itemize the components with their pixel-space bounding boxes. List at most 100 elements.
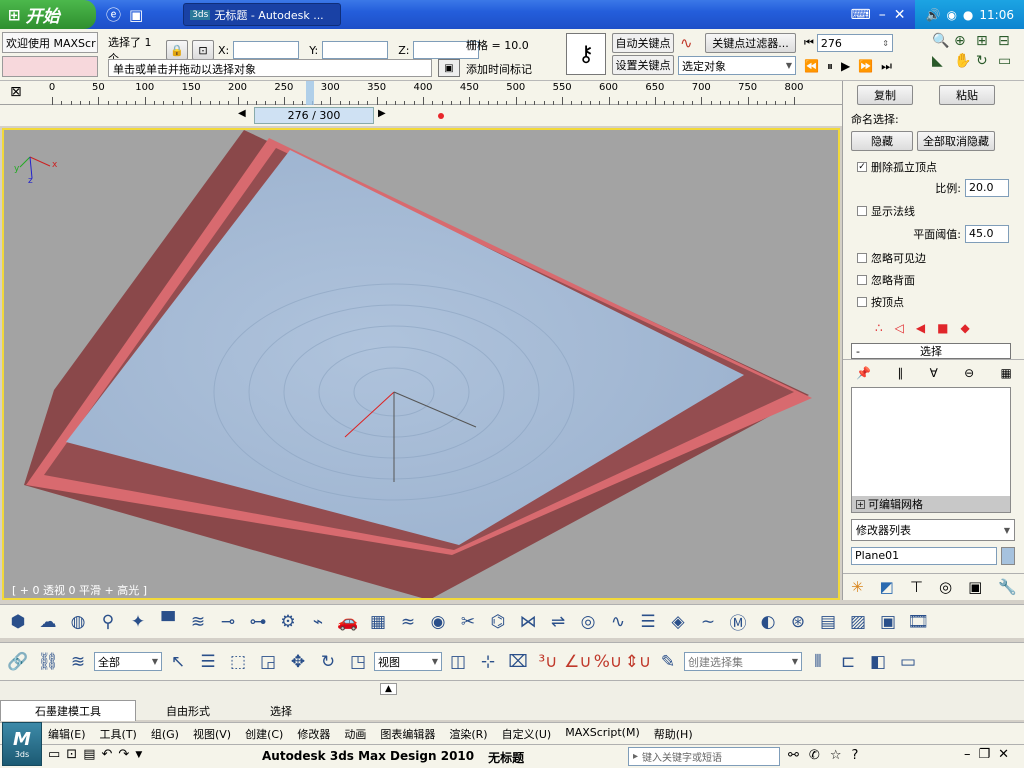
modifier-list-dropdown[interactable]: 修改器列表 ▼ [851,519,1015,541]
rect-select-region-icon[interactable]: ⬚ [224,648,252,676]
checkbox[interactable] [857,275,867,285]
spinner-icon[interactable]: ⇕ [882,39,889,48]
start-button[interactable]: ⊞ 开始 [0,0,96,29]
angle-snap-icon[interactable]: ∠∪ [564,648,592,676]
current-frame-marker[interactable] [306,81,315,105]
tab-freeform[interactable]: 自由形式 [136,701,240,721]
rope-modifier-icon[interactable]: ∼ [694,608,722,636]
favorites-star-icon[interactable]: ☆ [830,748,842,763]
mirror-icon[interactable]: ⫴ [804,648,832,676]
ignore-visible-row[interactable]: 忽略可见边 [847,247,1015,269]
time-slider[interactable]: 276 / 300 [254,107,374,124]
constraint-solver-icon[interactable]: ◉ [424,608,452,636]
percent-snap-icon[interactable]: %∪ [594,648,623,676]
add-time-tag-button[interactable]: ▣ [438,59,460,77]
selected-objects-dropdown[interactable]: 选定对象 ▼ [678,56,796,75]
configure-modifier-sets-icon[interactable]: ▦ [1001,366,1012,380]
redo-icon[interactable]: ↷ [118,747,129,762]
minimize-all-icon[interactable]: – [879,7,886,23]
toy-car-icon[interactable]: 🚗 [334,608,362,636]
ragdoll-icon[interactable]: ✂ [454,608,482,636]
edit-named-selection-icon[interactable]: ✎ [654,648,682,676]
by-vertex-row[interactable]: 按顶点 [847,291,1015,313]
scale-field[interactable]: 20.0 [965,179,1009,197]
rigid-body-icon[interactable]: ⬢ [4,608,32,636]
expand-icon[interactable]: + [856,499,865,509]
menu-item[interactable]: 创建(C) [245,726,283,742]
help-icon[interactable]: ? [851,748,858,763]
pivot-center-icon[interactable]: ◫ [444,648,472,676]
next-frame-icon[interactable]: ⏩ [858,59,873,74]
checkbox[interactable] [857,206,867,216]
modify-tab-icon[interactable]: ◩ [880,578,894,596]
go-to-end-icon[interactable]: ⏭ [881,59,892,74]
undo-icon[interactable]: ↶ [102,747,113,762]
select-manipulate-icon[interactable]: ⊹ [474,648,502,676]
point-path-icon[interactable]: ∿ [604,608,632,636]
planar-threshold-field[interactable]: 45.0 [965,225,1009,243]
menu-item[interactable]: 视图(V) [193,726,231,742]
menu-item[interactable]: 帮助(H) [654,726,693,742]
copy-button[interactable]: 复制 [857,85,913,105]
stack-item[interactable]: + 可编辑网格 [852,496,1010,512]
info-center-search[interactable]: ▸ 键入关键字或短语 [628,747,780,766]
taskbar-window-button[interactable]: 3ds 无标题 - Autodesk ... [183,3,342,26]
select-by-name-icon[interactable]: ☰ [194,648,222,676]
face-level-icon[interactable]: ◀ [916,321,925,335]
stop-icon[interactable]: ⏸ [827,59,833,74]
prev-frame-icon[interactable]: ⏪ [804,59,819,74]
delete-isolated-row[interactable]: ✓ 删除孤立顶点 [847,153,1015,175]
key-tangent-icon[interactable]: ∿ [680,34,693,52]
render-frame-icon[interactable]: ▣ [874,608,902,636]
curve-editor-icon[interactable]: ⊠ [10,84,22,100]
plane-icon[interactable]: ▀ [154,608,182,636]
spinner-snap-icon[interactable]: ⇕∪ [624,648,652,676]
checkbox[interactable] [857,253,867,263]
frame-ruler[interactable]: 0 50 100 150 200 250 300 350 400 450 500 550 600 650 7… [49,81,804,105]
paste-button[interactable]: 粘贴 [939,85,995,105]
rotate-icon[interactable]: ↻ [314,648,342,676]
analyze-icon[interactable]: ◐ [754,608,782,636]
tab-graphite-modeling[interactable]: 石墨建模工具 [0,700,136,721]
show-normals-row[interactable]: 显示法线 [847,201,1015,221]
unlink-icon[interactable]: ⛓ [34,648,62,676]
selection-rollout-header[interactable]: - 选择 [851,343,1011,359]
network-tray-icon[interactable]: ◉ [946,8,956,22]
menu-item[interactable]: 组(G) [151,726,179,742]
new-file-icon[interactable]: ▭ [48,747,60,762]
save-file-icon[interactable]: ▤ [83,747,95,762]
menu-item[interactable]: 工具(T) [100,726,137,742]
add-time-tag-label[interactable]: 添加时间标记 [466,61,532,77]
hierarchy-tab-icon[interactable]: ⊤ [910,578,923,596]
cloth-icon[interactable]: ☁ [34,608,62,636]
edge-level-icon[interactable]: ◁ [895,321,904,335]
keyboard-icon[interactable]: ⌨ [851,7,871,23]
pin-stack-icon[interactable]: 📌 [856,366,871,380]
window-minimize-icon[interactable]: – [964,747,971,762]
deforming-mesh-icon[interactable]: ✦ [124,608,152,636]
link-icon[interactable]: 🔗 [4,648,32,676]
chevron-down-icon[interactable]: ▼ [135,747,142,762]
align-icon[interactable]: ⊏ [834,648,862,676]
zoom-extents-icon[interactable]: ⊞ [976,33,998,49]
current-frame-field[interactable]: 276 ⇕ [816,34,893,52]
move-icon[interactable]: ✥ [284,648,312,676]
x-coordinate-field[interactable] [233,41,300,59]
modifier-stack-list[interactable]: + 可编辑网格 [851,387,1011,513]
element-level-icon[interactable]: ◆ [960,321,969,335]
tab-selection[interactable]: 选择 [240,701,322,721]
ie-quicklaunch-icon[interactable]: ⓔ [106,4,121,25]
cloth-modifier-icon[interactable]: ☰ [634,608,662,636]
checkbox[interactable]: ✓ [857,162,867,172]
menu-item[interactable]: 编辑(E) [48,726,86,742]
angular-dashpot-icon[interactable]: ⊶ [244,608,272,636]
desktop-quicklaunch-icon[interactable]: ▣ [129,6,143,24]
window-crossing-icon[interactable]: ◲ [254,648,282,676]
selection-filter-dropdown[interactable]: 全部 ▼ [94,652,162,671]
close-icon[interactable]: ✕ [894,7,906,23]
motor-icon[interactable]: ⚙ [274,608,302,636]
snap-toggle-icon[interactable]: ³∪ [534,648,562,676]
water-icon[interactable]: ≈ [394,608,422,636]
reference-coord-dropdown[interactable]: 视图 ▼ [374,652,442,671]
menu-item[interactable]: MAXScript(M) [565,726,640,742]
